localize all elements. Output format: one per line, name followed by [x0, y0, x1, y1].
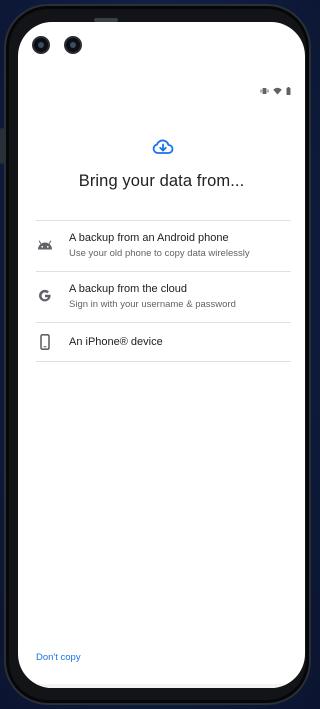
option-iphone-device[interactable]: An iPhone® device — [36, 323, 291, 361]
page-title: Bring your data from... — [78, 172, 245, 190]
option-cloud-backup[interactable]: A backup from the cloud Sign in with you… — [36, 272, 291, 322]
front-camera-icon — [32, 36, 50, 54]
google-g-icon — [36, 287, 54, 305]
cloud-download-icon — [152, 138, 174, 156]
option-title: An iPhone® device — [69, 336, 163, 348]
front-camera-icon — [64, 36, 82, 54]
dont-copy-button[interactable]: Don't copy — [36, 652, 81, 663]
wifi-icon — [273, 82, 282, 100]
device-screen: Bring your data from... A backup from an… — [18, 22, 305, 688]
option-android-backup[interactable]: A backup from an Android phone Use your … — [36, 221, 291, 271]
option-subtitle: Use your old phone to copy data wireless… — [69, 248, 250, 259]
phone-icon — [36, 333, 54, 351]
option-title: A backup from an Android phone — [69, 232, 229, 244]
status-bar — [260, 82, 291, 100]
battery-icon — [286, 82, 291, 100]
screen-bottom-edge — [18, 684, 305, 688]
divider — [36, 361, 291, 362]
option-subtitle: Sign in with your username & password — [69, 299, 236, 310]
vibrate-icon — [260, 82, 269, 100]
option-title: A backup from the cloud — [69, 283, 188, 295]
side-button — [0, 128, 4, 164]
android-icon — [36, 236, 54, 254]
